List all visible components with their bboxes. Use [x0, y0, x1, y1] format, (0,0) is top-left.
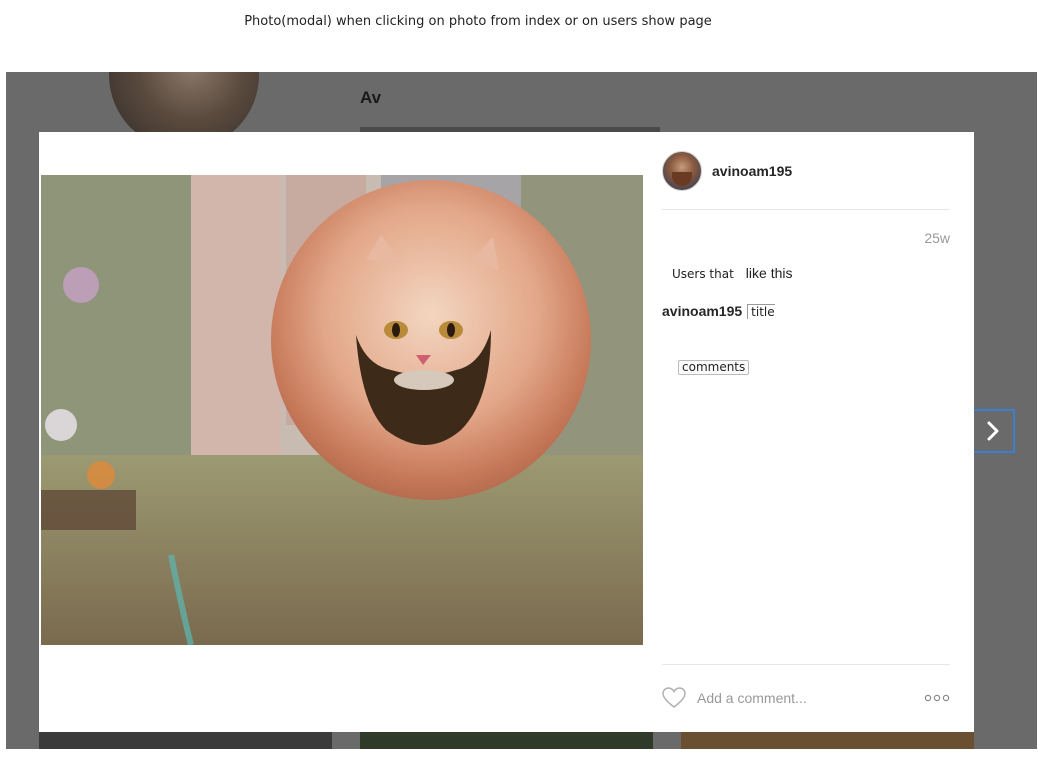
- header-divider: [662, 209, 950, 210]
- avatar-beard: [672, 172, 692, 186]
- author-header[interactable]: avinoam195: [662, 151, 792, 191]
- photo-image[interactable]: [41, 175, 643, 645]
- author-avatar[interactable]: [662, 151, 702, 191]
- likes-suffix: like this: [745, 265, 793, 281]
- grid-photo-thumb: [681, 732, 974, 749]
- footer-divider: [662, 664, 950, 665]
- more-options-icon[interactable]: [924, 693, 950, 703]
- comment-bar: [662, 682, 950, 714]
- time-ago: 25w: [924, 230, 950, 246]
- likes-prefix: Users that: [672, 267, 734, 281]
- caption-username[interactable]: avinoam195: [662, 303, 742, 319]
- grid-photo-thumb: [39, 732, 332, 749]
- photo-details-panel: avinoam195 25w Users that like this avin…: [662, 132, 950, 732]
- author-username[interactable]: avinoam195: [712, 163, 792, 179]
- heart-icon[interactable]: [662, 687, 686, 709]
- photo-modal: avinoam195 25w Users that like this avin…: [39, 132, 974, 732]
- likes-summary: Users that like this: [672, 265, 792, 281]
- comments-list: comments: [678, 360, 750, 375]
- add-comment-input[interactable]: [697, 690, 924, 706]
- caption-title: title: [747, 304, 775, 319]
- photo-area: [39, 132, 643, 732]
- grid-photo-thumb: [360, 732, 653, 749]
- photo-caption: avinoam195 title: [662, 303, 775, 319]
- next-photo-button[interactable]: [973, 409, 1015, 453]
- chevron-right-icon: [987, 421, 999, 441]
- profile-username: Av: [360, 88, 382, 107]
- page-caption: Photo(modal) when clicking on photo from…: [244, 14, 712, 29]
